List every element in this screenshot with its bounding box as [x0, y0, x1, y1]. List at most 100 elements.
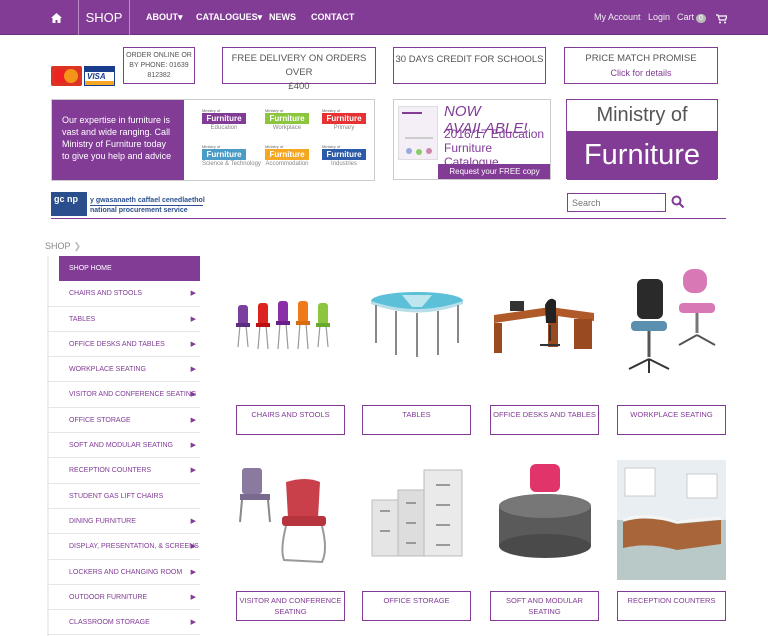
caret-right-icon: ▶	[190, 517, 196, 525]
product-tile-tables[interactable]: TABLES	[362, 265, 471, 435]
sidebar-item-label: TABLES	[69, 315, 96, 323]
ministry-logo[interactable]: Ministry of Furniture	[566, 99, 718, 180]
order-phone-box: ORDER ONLINE OR BY PHONE: 01639 812382	[123, 47, 195, 84]
caret-right-icon: ▶	[190, 340, 196, 348]
sidebar-item-student-gas-lift-chairs[interactable]: STUDENT GAS LIFT CHAIRS	[47, 484, 200, 509]
nav-shop[interactable]: SHOP	[78, 0, 130, 35]
sidebar-item-tables[interactable]: TABLES ▶	[47, 307, 200, 332]
product-image[interactable]	[490, 460, 599, 580]
visa-logo: VISA	[84, 66, 115, 86]
credit-text: 30 DAYS CREDIT FOR SCHOOLS	[395, 54, 544, 65]
nav-contact[interactable]: CONTACT	[311, 12, 354, 22]
product-label[interactable]: RECEPTION COUNTERS	[617, 591, 726, 621]
home-icon[interactable]	[42, 0, 70, 35]
caret-right-icon: ▶	[190, 568, 196, 576]
search-icon[interactable]	[671, 195, 685, 209]
brand-word: Furniture	[202, 113, 246, 124]
sidebar-item-label: SOFT AND MODULAR SEATING	[69, 442, 173, 450]
sidebar-item-dining-furniture[interactable]: DINING FURNITURE ▶	[47, 509, 200, 535]
product-tile-chairs-and-stools[interactable]: CHAIRS AND STOOLS	[236, 265, 345, 435]
sidebar-item-label: DINING FURNITURE	[69, 517, 136, 525]
my-account-link[interactable]: My Account	[594, 12, 641, 22]
sidebar-item-label: STUDENT GAS LIFT CHAIRS	[69, 492, 164, 500]
caret-right-icon: ▶	[190, 416, 196, 424]
catalogue-banner[interactable]: NOW AVAILABLE! 2016/17 Education Furnitu…	[393, 99, 551, 180]
breadcrumb-shop[interactable]: SHOP	[45, 241, 71, 251]
expertise-banner[interactable]: Our expertise in furniture is vast and w…	[51, 99, 375, 181]
nav-catalogues[interactable]: CATALOGUES▾	[196, 12, 262, 23]
price-match-link[interactable]: Click for details	[565, 66, 717, 80]
sidebar-item-workplace-seating[interactable]: WORKPLACE SEATING ▶	[47, 357, 200, 383]
order-line-3: 812382	[147, 72, 171, 79]
product-image[interactable]	[490, 265, 599, 385]
product-tile-soft-and-modular-seating[interactable]: SOFT AND MODULAR SEATING	[490, 460, 599, 621]
catalogue-title: 2016/17 Education Furniture Catalogue	[444, 127, 545, 169]
price-match-box[interactable]: PRICE MATCH PROMISE Click for details	[564, 47, 718, 84]
login-link[interactable]: Login	[648, 12, 670, 22]
product-image[interactable]	[362, 265, 471, 385]
product-image[interactable]	[236, 265, 345, 385]
product-image[interactable]	[617, 460, 726, 580]
sidebar-item-chairs-and-stools[interactable]: CHAIRS AND STOOLS ▶	[47, 281, 200, 307]
brand-word: Furniture	[322, 149, 366, 160]
price-match-title: PRICE MATCH PROMISE	[585, 53, 697, 64]
cart-link[interactable]: Cart 0	[677, 12, 706, 23]
brand-word: Furniture	[322, 113, 366, 124]
nav-about[interactable]: ABOUT▾	[146, 12, 183, 23]
sidebar-item-label: OUTDOOR FURNITURE	[69, 593, 148, 601]
search-input[interactable]	[567, 193, 666, 212]
brand-word: Furniture	[265, 113, 309, 124]
payment-cards: VISA	[51, 64, 119, 86]
delivery-line-2: £400	[288, 81, 310, 92]
sidebar-item-reception-counters[interactable]: RECEPTION COUNTERS ▶	[47, 458, 200, 484]
sidebar-item-label: CLASSROOM STORAGE	[69, 619, 150, 627]
brand-word: Furniture	[265, 149, 309, 160]
cart-icon[interactable]	[716, 11, 728, 29]
product-label[interactable]: CHAIRS AND STOOLS	[236, 405, 345, 435]
product-tile-office-storage[interactable]: OFFICE STORAGE	[362, 460, 471, 621]
product-tile-workplace-seating[interactable]: WORKPLACE SEATING	[617, 265, 726, 435]
brand-logo-accommodation: Ministry of Furniture Accommodation	[265, 144, 309, 172]
brand-sub: Science & Technology	[202, 161, 261, 167]
sidebar-item-office-desks-and-tables[interactable]: OFFICE DESKS AND TABLES ▶	[47, 332, 200, 358]
nav-news[interactable]: NEWS	[269, 12, 296, 22]
category-sidebar: SHOP HOME CHAIRS AND STOOLS ▶ TABLES ▶ OFFICE…	[47, 256, 200, 636]
caret-right-icon: ▶	[190, 315, 196, 323]
product-tile-reception-counters[interactable]: RECEPTION COUNTERS	[617, 460, 726, 621]
sidebar-item-office-storage[interactable]: OFFICE STORAGE ▶	[47, 408, 200, 434]
header-divider	[51, 218, 726, 219]
product-label[interactable]: SOFT AND MODULAR SEATING	[490, 591, 599, 621]
sidebar-item-outdoor-furniture[interactable]: OUTDOOR FURNITURE ▶	[47, 585, 200, 611]
product-label[interactable]: TABLES	[362, 405, 471, 435]
caret-right-icon: ▶	[190, 543, 196, 551]
brand-logo-workplace: Ministry of Furniture Workplace	[265, 108, 309, 136]
sidebar-item-label: WORKPLACE SEATING	[69, 366, 146, 374]
chevron-right-icon: ❯	[73, 241, 82, 251]
sidebar-item-label: CHAIRS AND STOOLS	[69, 290, 143, 298]
product-tile-office-desks-and-tables[interactable]: OFFICE DESKS AND TABLES	[490, 265, 599, 435]
product-label[interactable]: WORKPLACE SEATING	[617, 405, 726, 435]
brand-sub: Primary	[333, 125, 355, 131]
credit-box[interactable]: 30 DAYS CREDIT FOR SCHOOLS	[393, 47, 546, 84]
sidebar-item-lockers-and-changing-room[interactable]: LOCKERS AND CHANGING ROOM ▶	[47, 560, 200, 585]
product-label[interactable]: OFFICE STORAGE	[362, 591, 471, 621]
nps-logo: gc np y gwasanaeth caffael cenedlaethol …	[51, 192, 205, 216]
sidebar-item-classroom-storage[interactable]: CLASSROOM STORAGE ▶	[47, 610, 200, 636]
sidebar-item-visitor-and-conference-seating[interactable]: VISITOR AND CONFERENCE SEATING ▶	[47, 382, 200, 408]
product-image[interactable]	[236, 460, 345, 580]
sidebar-item-shop-home[interactable]: SHOP HOME	[59, 256, 200, 282]
brand-sub: Education	[210, 125, 238, 131]
cart-count-badge: 0	[696, 14, 706, 23]
brand-logo-education: Ministry of Furniture Education	[202, 108, 246, 136]
free-delivery-box[interactable]: FREE DELIVERY ON ORDERS OVER £400	[222, 47, 376, 92]
product-label[interactable]: OFFICE DESKS AND TABLES	[490, 405, 599, 435]
catalogue-request[interactable]: Request your FREE copy today!	[438, 164, 550, 179]
sidebar-item-label: VISITOR AND CONFERENCE SEATING	[69, 391, 197, 399]
product-tile-visitor-and-conference-seating[interactable]: VISITOR AND CONFERENCE SEATING	[236, 460, 345, 621]
mastercard-logo	[51, 66, 82, 86]
sidebar-item-display-presentation-screens[interactable]: DISPLAY, PRESENTATION, & SCREENS ▶	[47, 534, 200, 560]
sidebar-item-soft-and-modular-seating[interactable]: SOFT AND MODULAR SEATING ▶	[47, 433, 200, 459]
product-image[interactable]	[362, 460, 471, 580]
product-image[interactable]	[617, 265, 726, 385]
product-label[interactable]: VISITOR AND CONFERENCE SEATING	[236, 591, 345, 621]
